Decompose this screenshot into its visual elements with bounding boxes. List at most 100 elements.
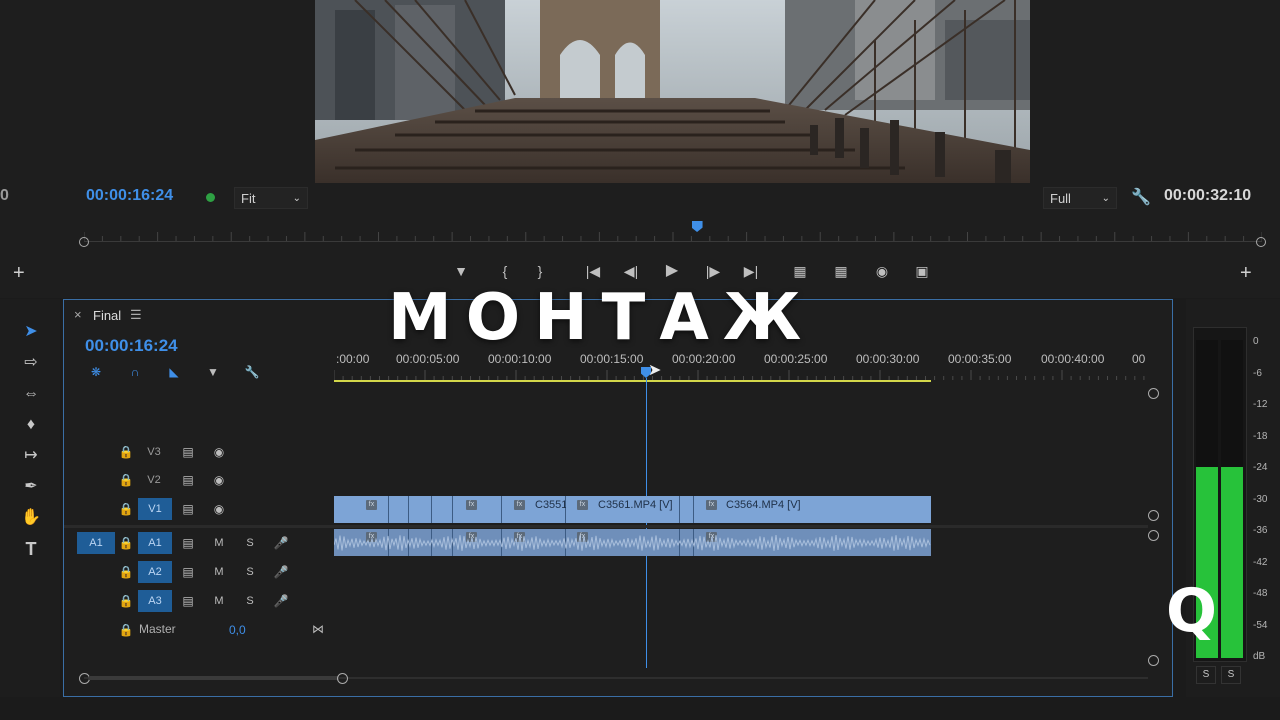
video-clip[interactable] (409, 496, 432, 523)
go-to-out-icon[interactable]: ▶| (740, 260, 762, 282)
hscroll-thumb-handle[interactable] (337, 673, 348, 684)
video-clip[interactable]: fx (453, 496, 502, 523)
lock-icon[interactable]: 🔒 (117, 563, 135, 581)
work-area-bar[interactable] (334, 380, 931, 382)
mark-in-icon[interactable]: { (494, 260, 516, 282)
sync-lock-icon[interactable]: ▤ (179, 563, 197, 581)
solo-left-button[interactable]: S (1196, 666, 1216, 684)
video-clip[interactable]: fx C3564.MP4 [V] (694, 496, 931, 523)
vscroll-bottom-handle[interactable] (1148, 655, 1159, 666)
lock-icon[interactable]: 🔒 (117, 471, 135, 489)
mark-out-icon[interactable]: } (529, 260, 551, 282)
track-name-v3[interactable]: V3 (142, 441, 166, 463)
eye-icon[interactable]: ◉ (210, 471, 228, 489)
type-icon[interactable]: T (18, 536, 44, 562)
horizontal-scrollbar[interactable] (79, 672, 1148, 684)
sequence-timecode[interactable]: 00:00:16:24 (85, 336, 178, 356)
selection-icon[interactable]: ➤ (18, 319, 44, 345)
sequence-menu-icon[interactable]: ☰ (130, 307, 142, 323)
camera-icon[interactable]: ◉ (871, 260, 893, 282)
timeline-settings-wrench-icon[interactable]: 🔧 (243, 363, 261, 381)
vscroll-audio-handle[interactable] (1148, 530, 1159, 541)
video-clip[interactable]: fx (334, 496, 389, 523)
hand-icon[interactable]: ✋ (18, 505, 44, 531)
lock-icon[interactable]: 🔒 (117, 534, 135, 552)
sync-lock-off-icon[interactable]: ▤ (179, 471, 197, 489)
sync-lock-icon[interactable]: ▤ (179, 500, 197, 518)
program-duration-timecode: 00:00:32:10 (1164, 187, 1252, 204)
mute-button[interactable]: M (210, 534, 228, 552)
pen-icon[interactable]: ✒ (18, 474, 44, 500)
hscroll-thumb[interactable] (89, 676, 339, 680)
program-monitor: 0 00:00:16:24 Fit ⌄ Full ⌄ 🔧 00:00:32:10… (0, 0, 1280, 298)
microphone-icon[interactable]: 🎤 (272, 534, 290, 552)
go-to-in-icon[interactable]: |◀ (582, 260, 604, 282)
extract-icon[interactable]: ▦ (830, 260, 852, 282)
microphone-icon[interactable]: 🎤 (272, 563, 290, 581)
add-button-right[interactable]: + (1240, 262, 1252, 285)
solo-button[interactable]: S (241, 592, 259, 610)
sequence-playhead-line[interactable] (646, 378, 647, 668)
vscroll-video-handle[interactable] (1148, 510, 1159, 521)
compare-icon[interactable]: ▣ (911, 260, 933, 282)
track-name-v1[interactable]: V1 (138, 498, 172, 520)
eye-icon[interactable]: ◉ (210, 500, 228, 518)
track-name-a1[interactable]: A1 (138, 532, 172, 554)
sync-lock-icon[interactable]: ▤ (179, 534, 197, 552)
sequence-tab[interactable]: Final (93, 308, 121, 323)
scrub-end-handle[interactable] (1256, 237, 1266, 247)
zoom-select[interactable]: Fit ⌄ (234, 187, 308, 209)
sync-lock-icon[interactable]: ▤ (179, 443, 197, 461)
eye-icon[interactable]: ◉ (210, 443, 228, 461)
track-name-a2[interactable]: A2 (138, 561, 172, 583)
program-playhead[interactable] (691, 221, 703, 232)
sequence-close-button[interactable]: × (74, 307, 82, 322)
program-current-timecode[interactable]: 00:00:16:24 (86, 187, 173, 205)
lock-icon[interactable]: 🔒 (117, 592, 135, 610)
wrench-icon[interactable]: 🔧 (1131, 187, 1151, 207)
video-clip[interactable] (680, 496, 694, 523)
fx-badge: fx (706, 500, 717, 510)
nest-snap-icon[interactable]: ❋ (87, 363, 105, 381)
snap-magnet-icon[interactable]: ∩ (126, 363, 144, 381)
solo-right-button[interactable]: S (1221, 666, 1241, 684)
microphone-icon[interactable]: 🎤 (272, 592, 290, 610)
ruler-label: 00:00:30:00 (856, 352, 920, 366)
marker-icon[interactable]: ▼ (450, 260, 472, 282)
solo-button[interactable]: S (241, 563, 259, 581)
track-name-v2[interactable]: V2 (142, 469, 166, 491)
video-clip[interactable]: fx C3551 (502, 496, 567, 523)
sync-lock-icon[interactable]: ▤ (179, 592, 197, 610)
lock-icon[interactable]: 🔒 (117, 621, 135, 639)
play-icon[interactable]: ▶ (661, 260, 683, 282)
vscroll-top-handle[interactable] (1148, 388, 1159, 399)
scrub-start-handle[interactable] (79, 237, 89, 247)
step-forward-icon[interactable]: |▶ (702, 260, 724, 282)
linked-selection-icon[interactable]: ◣ (165, 363, 183, 381)
mute-button[interactable]: M (210, 563, 228, 581)
lock-icon[interactable]: 🔒 (117, 443, 135, 461)
razor-icon[interactable]: ♦ (18, 412, 44, 438)
video-clip[interactable] (432, 496, 453, 523)
mute-button[interactable]: M (210, 592, 228, 610)
master-volume-value[interactable]: 0,0 (229, 623, 246, 637)
ruler-label: 00 (1132, 352, 1146, 366)
track-name-a3[interactable]: A3 (138, 590, 172, 612)
lock-icon[interactable]: 🔒 (117, 500, 135, 518)
lift-icon[interactable]: ▦ (789, 260, 811, 282)
step-back-icon[interactable]: ◀| (620, 260, 642, 282)
ruler-label: 00:00:40:00 (1041, 352, 1105, 366)
add-marker-icon[interactable]: ▼ (204, 363, 222, 381)
add-button-left[interactable]: + (13, 262, 25, 285)
slip-icon[interactable]: ↦ (18, 443, 44, 469)
solo-button[interactable]: S (241, 534, 259, 552)
ruler-label: :00:00 (336, 352, 370, 366)
bowtie-icon[interactable]: ⋈ (309, 620, 327, 638)
source-patch-a1[interactable]: A1 (77, 532, 115, 554)
video-clip[interactable]: fx C3561.MP4 [V] (566, 496, 680, 523)
track-select-icon[interactable]: ⇨ (18, 350, 44, 376)
program-scrub-bar[interactable] (79, 221, 1266, 247)
video-clip[interactable] (389, 496, 409, 523)
ripple-edit-icon[interactable]: ⇔ (18, 381, 44, 407)
resolution-select[interactable]: Full ⌄ (1043, 187, 1117, 209)
